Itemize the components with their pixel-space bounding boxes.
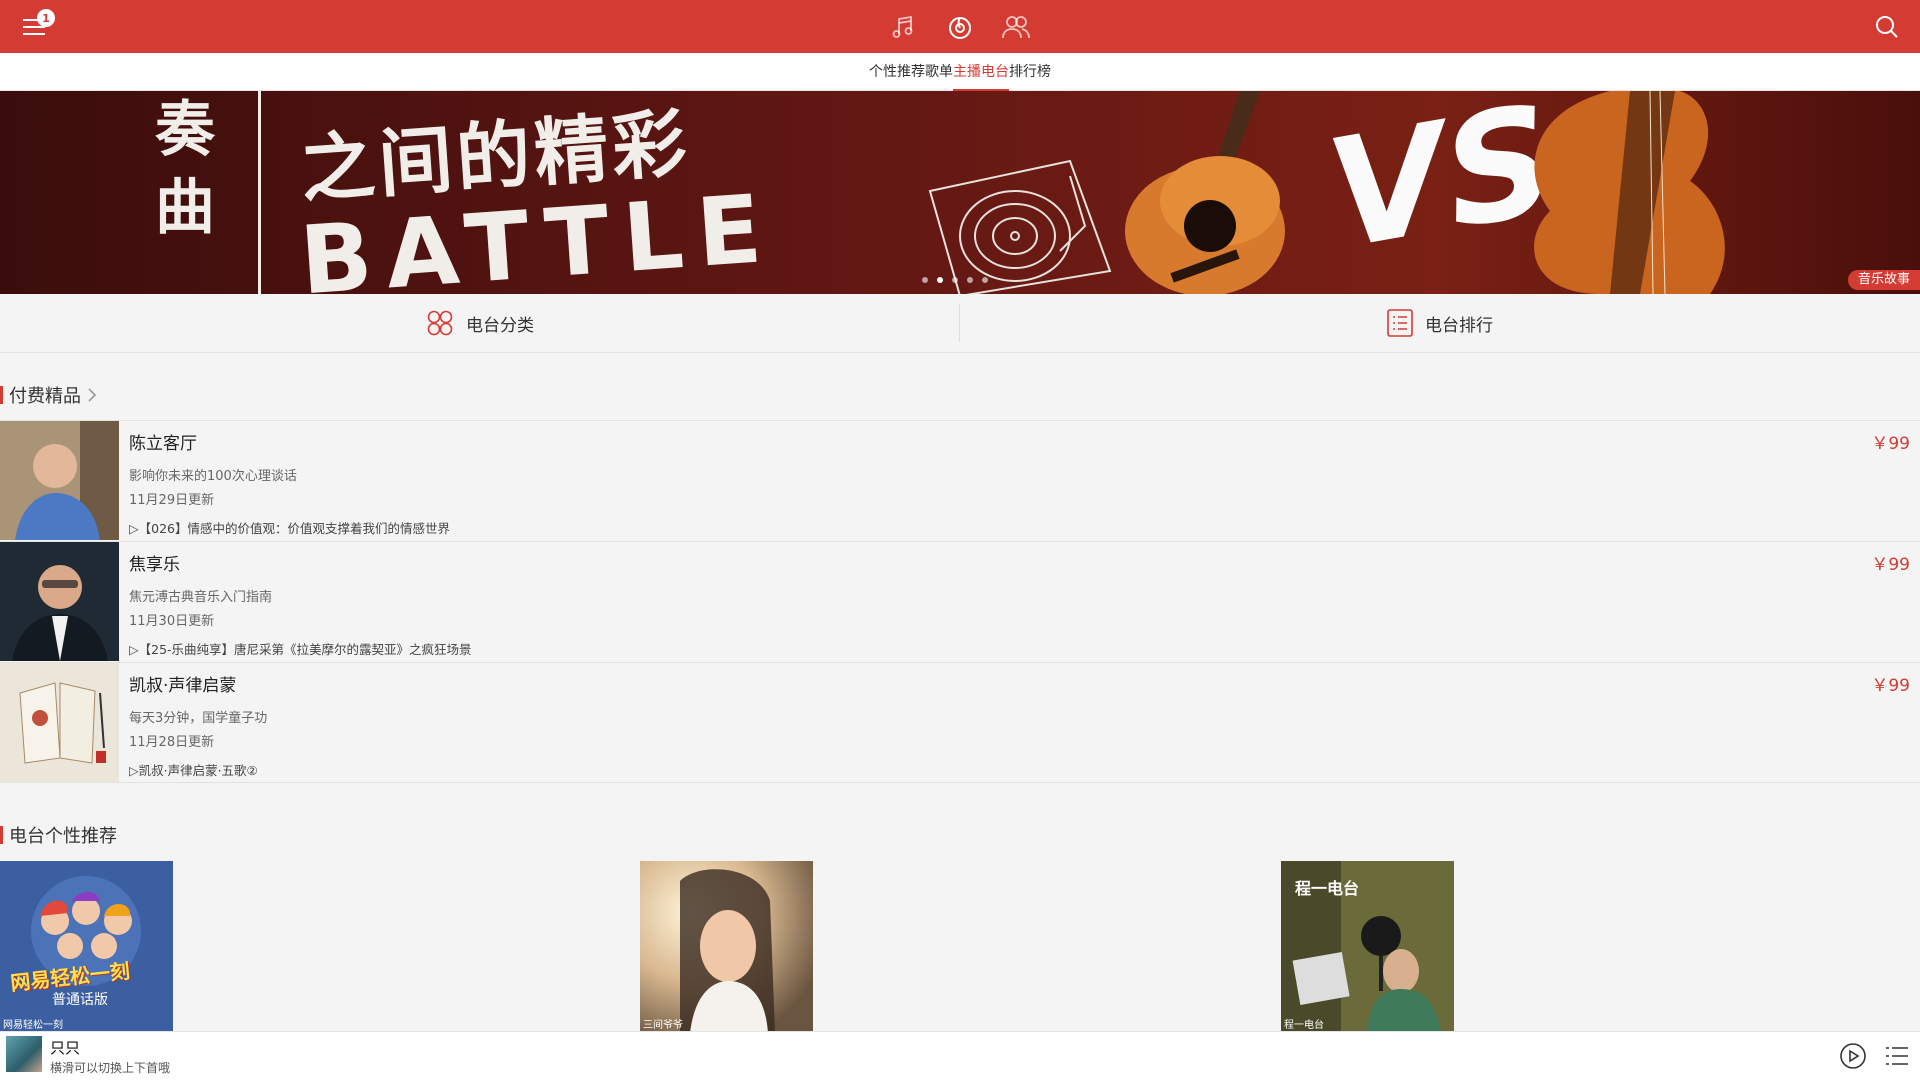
paid-item-date: 11月30日更新 bbox=[129, 614, 215, 629]
rank-list-icon bbox=[1387, 309, 1413, 337]
player-hint: 横滑可以切换上下首哦 bbox=[50, 1061, 171, 1075]
category-divider bbox=[959, 304, 960, 342]
paid-list: 陈立客厅 影响你未来的100次心理谈话 11月29日更新 ▷【026】情感中的价… bbox=[0, 420, 1920, 783]
carousel-dot[interactable] bbox=[922, 277, 928, 283]
paid-item-date: 11月29日更新 bbox=[129, 493, 215, 508]
banner-carousel[interactable]: 奏曲 之间的精彩 BATTLE VS bbox=[0, 91, 1920, 294]
radio-category-label: 电台分类 bbox=[466, 315, 534, 336]
turntable-illustration bbox=[928, 159, 1112, 294]
paid-item[interactable]: 焦享乐 焦元溥古典音乐入门指南 11月30日更新 ▷【25-乐曲纯享】唐尼采第《… bbox=[0, 541, 1920, 662]
category-bar: 电台分类 电台排行 bbox=[0, 294, 1920, 353]
paid-item-title: 凯叔·声律启蒙 bbox=[129, 676, 237, 696]
paid-item[interactable]: 凯叔·声律启蒙 每天3分钟，国学童子功 11月28日更新 ▷凯叔·声律启蒙·五歌… bbox=[0, 662, 1920, 783]
recommend-item-label: 三间爷爷 bbox=[643, 1020, 683, 1031]
player-song-title: 只只 bbox=[50, 1039, 81, 1057]
recommend-section-header: 电台个性推荐 bbox=[0, 823, 117, 847]
tab-charts[interactable]: 排行榜 bbox=[1009, 53, 1051, 91]
recommend-item-label: 程一电台 bbox=[1284, 1020, 1324, 1031]
paid-item-subtitle: 影响你未来的100次心理谈话 bbox=[129, 469, 297, 484]
recommend-art-subtitle: 普通话版 bbox=[52, 992, 108, 1008]
paid-item-title: 焦享乐 bbox=[129, 555, 180, 575]
radio-rank-label: 电台排行 bbox=[1425, 315, 1493, 336]
violin-illustration bbox=[1534, 91, 1725, 294]
radio-category-button[interactable]: 电台分类 bbox=[0, 294, 960, 352]
carousel-dot[interactable] bbox=[967, 277, 973, 283]
radio-rank-button[interactable]: 电台排行 bbox=[960, 294, 1920, 352]
paid-item-date: 11月28日更新 bbox=[129, 735, 215, 750]
paid-item-thumbnail bbox=[0, 421, 119, 540]
paid-item-episode[interactable]: ▷【026】情感中的价值观：价值观支撑着我们的情感世界 bbox=[129, 518, 450, 537]
banner-tag: 音乐故事 bbox=[1848, 270, 1920, 290]
recommend-item[interactable]: 三间爷爷 bbox=[640, 861, 813, 1033]
tab-radio[interactable]: 主播电台 bbox=[953, 53, 1009, 91]
paid-section-title: 付费精品 bbox=[9, 386, 81, 407]
recommend-item[interactable]: 网易轻松一刻 普通话版 网易轻松一刻 bbox=[0, 861, 173, 1033]
banner-side-text: 奏曲 bbox=[155, 95, 215, 243]
carousel-dot[interactable] bbox=[982, 277, 988, 283]
category-grid-icon bbox=[427, 310, 453, 336]
paid-item-subtitle: 每天3分钟，国学童子功 bbox=[129, 711, 268, 726]
paid-item-title: 陈立客厅 bbox=[129, 434, 197, 454]
paid-item-price: ￥99 bbox=[1871, 676, 1910, 696]
playlist-icon[interactable] bbox=[1882, 1041, 1912, 1071]
top-bar: 1 bbox=[0, 0, 1920, 53]
paid-item[interactable]: 陈立客厅 影响你未来的100次心理谈话 11月29日更新 ▷【026】情感中的价… bbox=[0, 420, 1920, 541]
paid-item-episode[interactable]: ▷凯叔·声律启蒙·五歌② bbox=[129, 760, 258, 779]
section-accent-bar bbox=[0, 826, 3, 844]
banner-divider bbox=[258, 91, 261, 294]
tab-recommend[interactable]: 个性推荐 bbox=[869, 53, 925, 91]
recommend-item-art bbox=[640, 861, 813, 1033]
tab-playlists[interactable]: 歌单 bbox=[925, 53, 953, 91]
paid-item-subtitle: 焦元溥古典音乐入门指南 bbox=[129, 590, 273, 605]
recommend-item[interactable]: 程一电台 程一电台 bbox=[1281, 861, 1454, 1033]
paid-section-header[interactable]: 付费精品 bbox=[0, 383, 97, 407]
search-icon[interactable] bbox=[1872, 12, 1902, 42]
recommend-art-title: 程一电台 bbox=[1295, 879, 1360, 898]
notification-badge: 1 bbox=[37, 9, 55, 27]
friends-icon[interactable] bbox=[1001, 12, 1031, 42]
sub-tabs: 个性推荐 歌单 主播电台 排行榜 bbox=[0, 53, 1920, 91]
player-album-art[interactable] bbox=[6, 1036, 42, 1072]
radio-icon[interactable] bbox=[945, 12, 975, 42]
play-icon[interactable] bbox=[1838, 1041, 1868, 1071]
carousel-dots bbox=[922, 277, 988, 283]
recommend-item-label: 网易轻松一刻 bbox=[3, 1020, 63, 1031]
paid-item-thumbnail bbox=[0, 663, 119, 782]
section-accent-bar bbox=[0, 386, 3, 404]
recommend-section-title: 电台个性推荐 bbox=[9, 826, 117, 847]
paid-item-episode[interactable]: ▷【25-乐曲纯享】唐尼采第《拉美摩尔的露契亚》之疯狂场景 bbox=[129, 639, 472, 658]
carousel-dot-active[interactable] bbox=[937, 277, 943, 283]
paid-item-price: ￥99 bbox=[1871, 555, 1910, 575]
guitar-illustration bbox=[1125, 91, 1285, 294]
music-note-icon[interactable] bbox=[888, 12, 918, 42]
chevron-right-icon bbox=[88, 388, 97, 402]
paid-item-thumbnail bbox=[0, 542, 119, 661]
mini-player[interactable]: 只只 横滑可以切换上下首哦 bbox=[0, 1031, 1920, 1080]
carousel-dot[interactable] bbox=[952, 277, 958, 283]
paid-item-price: ￥99 bbox=[1871, 434, 1910, 454]
